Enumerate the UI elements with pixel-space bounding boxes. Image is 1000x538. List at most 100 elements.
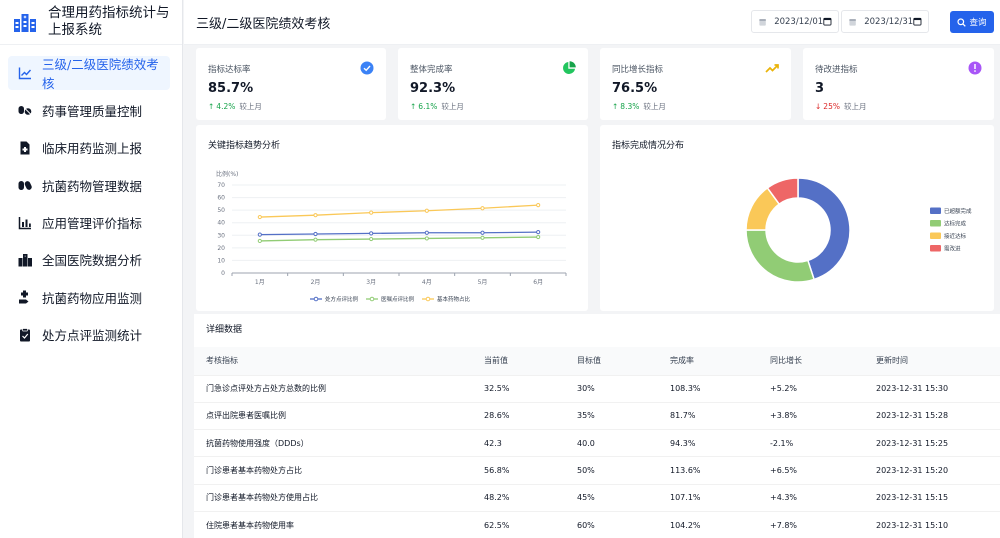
hospital-logo-icon — [14, 14, 36, 32]
table-cell: 107.1% — [658, 484, 758, 512]
y-axis-label: 比例(%) — [216, 170, 238, 178]
table-cell: 2023-12-31 15:15 — [864, 484, 1000, 512]
arrow-up-icon: ↑ — [208, 102, 215, 111]
series-line — [259, 204, 539, 218]
stat-change-value: 4.2% — [216, 102, 236, 111]
table-row[interactable]: 门急诊点评处方占处方总数的比例 32.5% 30% 108.3% +5.2% 2… — [194, 375, 1000, 403]
stat-card-compliance-rate: 指标达标率 85.7% ↑ 4.2% 较上月 — [196, 48, 386, 120]
x-tick-label: 6月 — [533, 279, 543, 286]
sidebar-nav: 三级/二级医院绩效考核 药事管理质量控制 临床用药监测上报 抗菌药物管理数据 应… — [0, 56, 182, 352]
table-row[interactable]: 住院患者基本药物使用率 62.5% 60% 104.2% +7.8% 2023-… — [194, 511, 1000, 538]
sidebar-item-label: 处方点评监测统计 — [42, 328, 143, 344]
calendar-picker-icon[interactable] — [823, 16, 832, 27]
table-cell: 50% — [565, 456, 658, 485]
table-cell: 门诊患者基本药物处方占比 — [194, 456, 472, 485]
sidebar-item-label: 全国医院数据分析 — [42, 253, 143, 269]
distribution-chart-card: 指标完成情况分布 已超额完成 达标完成 接近达标 需改进 — [600, 125, 994, 311]
table-cell: 94.3% — [658, 429, 758, 458]
stat-change-suffix: 较上月 — [843, 102, 867, 111]
sidebar-item-evaluation-indicators[interactable]: 应用管理评价指标 — [8, 206, 170, 240]
table-cell: 门急诊点评处方占处方总数的比例 — [194, 375, 472, 403]
legend-label: 需改进 — [944, 245, 961, 253]
table-cell: 2023-12-31 15:30 — [864, 375, 1000, 403]
table-cell: +5.2% — [758, 375, 864, 403]
hospitals-icon — [18, 253, 32, 267]
sidebar-item-label: 临床用药监测上报 — [42, 141, 143, 157]
sidebar-item-performance[interactable]: 三级/二级医院绩效考核 — [8, 56, 170, 91]
table-cell: 30% — [565, 375, 658, 403]
stat-value: 92.3% — [410, 81, 456, 96]
calendar-picker-icon[interactable] — [913, 16, 922, 27]
stat-card-yoy-growth: 同比增长指标 76.5% ↑ 8.3% 较上月 — [600, 48, 791, 120]
sidebar-item-label: 应用管理评价指标 — [42, 216, 143, 232]
sidebar-item-label: 抗菌药物应用监测 — [42, 290, 143, 306]
table-cell: 48.2% — [472, 484, 565, 512]
stat-card-completion-rate: 整体完成率 92.3% ↑ 6.1% 较上月 — [398, 48, 588, 120]
stat-change-suffix: 较上月 — [643, 102, 666, 111]
app-title: 合理用药指标统计与上报系统 — [48, 5, 170, 38]
data-point — [369, 210, 374, 215]
x-tick-label: 1月 — [255, 279, 265, 286]
stat-change-suffix: 较上月 — [239, 102, 262, 111]
table-cell: 35% — [565, 402, 658, 431]
data-point — [424, 208, 429, 213]
sidebar-item-national-analysis[interactable]: 全国医院数据分析 — [8, 243, 170, 277]
legend-marker — [369, 296, 375, 302]
table-row[interactable]: 点评出院患者医嘱比例 28.6% 35% 81.7% +3.8% 2023-12… — [194, 402, 1000, 431]
brand: 合理用药指标统计与上报系统 — [0, 0, 182, 45]
y-tick-label: 40 — [217, 220, 225, 227]
column-header: 完成率 — [658, 347, 758, 376]
arrow-up-icon: ↑ — [410, 102, 417, 111]
stat-change-value: 8.3% — [620, 102, 640, 111]
sidebar-item-prescription-review[interactable]: 处方点评监测统计 — [8, 318, 170, 352]
data-point — [257, 214, 262, 220]
y-tick-label: 20 — [217, 245, 225, 252]
distribution-donut-chart: 已超额完成达标完成接近达标需改进 — [745, 177, 972, 283]
table-cell: 113.6% — [658, 456, 758, 485]
table-row[interactable]: 门诊患者基本药物处方占比 56.8% 50% 113.6% +6.5% 2023… — [194, 456, 1000, 485]
data-point — [313, 231, 318, 237]
end-date-input[interactable]: 2023/12/31 — [841, 10, 929, 33]
legend-label: 基本药物占比 — [437, 295, 471, 303]
stat-change-suffix: 较上月 — [441, 102, 464, 111]
stat-change-value: 6.1% — [418, 102, 438, 111]
y-tick-label: 10 — [217, 257, 225, 264]
x-tick-label: 5月 — [478, 279, 488, 286]
sidebar-item-antibacterial-data[interactable]: 抗菌药物管理数据 — [8, 168, 170, 202]
page-title: 三级/二级医院绩效考核 — [196, 16, 331, 32]
sidebar-item-pharmacy-quality[interactable]: 药事管理质量控制 — [8, 93, 170, 127]
sidebar-item-clinical-monitoring[interactable]: 临床用药监测上报 — [8, 131, 170, 165]
table-row[interactable]: 门诊患者基本药物处方使用占比 48.2% 45% 107.1% +4.3% 20… — [194, 484, 1000, 512]
data-point — [480, 230, 485, 235]
start-date-value: 2023/12/01 — [774, 16, 824, 27]
query-button-label: 查询 — [969, 18, 987, 28]
pills-icon — [18, 103, 32, 117]
table-cell: 42.3 — [472, 429, 565, 458]
legend-swatch — [930, 220, 941, 227]
distribution-chart-title: 指标完成情况分布 — [612, 141, 685, 151]
table-cell: 32.5% — [472, 375, 565, 403]
query-button[interactable]: 查询 — [950, 11, 994, 33]
start-date-input[interactable]: 2023/12/01 — [751, 10, 839, 33]
data-point — [424, 230, 429, 235]
end-date-value: 2023/12/31 — [864, 16, 914, 27]
detail-table-title: 详细数据 — [206, 325, 243, 335]
sidebar-item-label: 抗菌药物管理数据 — [42, 178, 143, 194]
series-line — [259, 231, 539, 236]
table-cell: +4.3% — [758, 484, 864, 512]
detail-table-card: 详细数据 考核指标 当前值 目标值 完成率 同比增长 更新时间 门急诊点评处方占… — [194, 314, 1000, 538]
stat-change-value: 25% — [823, 102, 840, 111]
table-row[interactable]: 抗菌药物使用强度（DDDs） 42.3 40.0 94.3% -2.1% 202… — [194, 429, 1000, 458]
top-header: 三级/二级医院绩效考核 2023/12/01 2023/12/31 查询 — [184, 0, 1000, 45]
table-cell: 2023-12-31 15:10 — [864, 511, 1000, 538]
stat-label: 同比增长指标 — [612, 65, 664, 75]
stat-label: 待改进指标 — [815, 65, 858, 75]
table-cell: 门诊患者基本药物处方使用占比 — [194, 484, 472, 512]
sidebar-item-antibacterial-monitoring[interactable]: 抗菌药物应用监测 — [8, 280, 170, 314]
stat-change: ↑ 8.3% 较上月 — [612, 101, 779, 112]
calendar-icon — [759, 18, 766, 26]
column-header: 目标值 — [565, 347, 658, 376]
table-cell: 56.8% — [472, 456, 565, 485]
column-header: 当前值 — [472, 347, 565, 376]
y-tick-label: 60 — [217, 195, 225, 202]
